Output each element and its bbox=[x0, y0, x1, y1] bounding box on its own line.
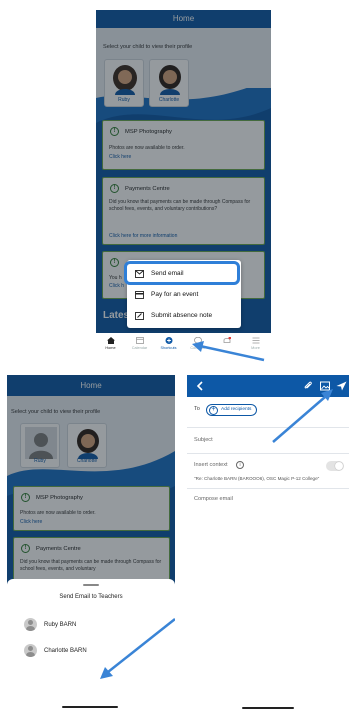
home-indicator bbox=[242, 707, 294, 709]
annotation-arrow bbox=[272, 389, 333, 443]
home-screen-shortcuts-menu: Home Select your child to view their pro… bbox=[96, 10, 271, 363]
send-email-teacher-picker: Home Select your child to view their pro… bbox=[7, 375, 175, 711]
annotation-arrow bbox=[100, 618, 175, 679]
annotation-arrow bbox=[192, 341, 265, 362]
compose-email-screen: To + Add recipients Subject Insert conte… bbox=[187, 375, 349, 711]
compose-body-field[interactable]: Compose email bbox=[194, 496, 233, 502]
